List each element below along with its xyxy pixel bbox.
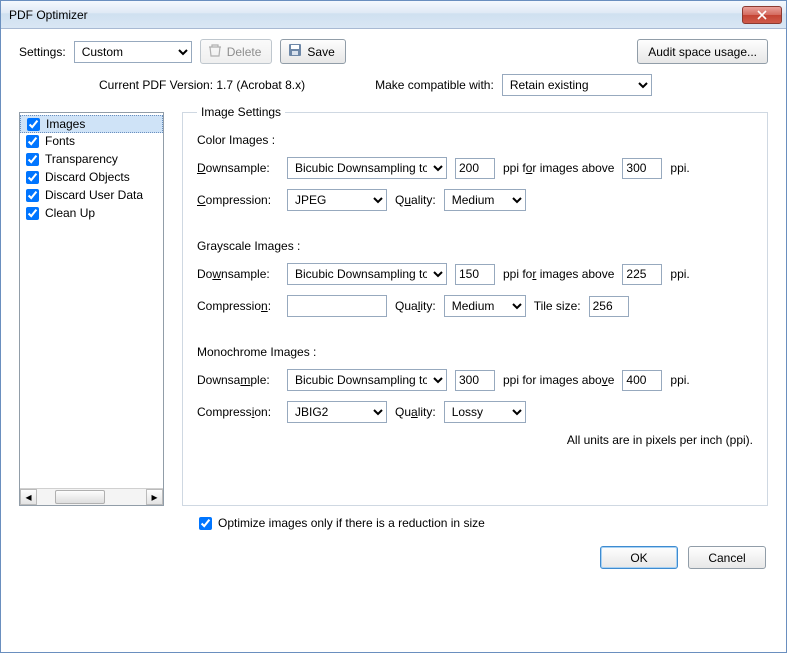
- save-icon: [287, 42, 303, 61]
- category-item-clean-up[interactable]: Clean Up: [20, 204, 163, 222]
- category-label: Fonts: [45, 134, 75, 148]
- category-check-images[interactable]: [27, 118, 40, 131]
- settings-label: Settings:: [19, 45, 66, 59]
- color-above-input[interactable]: [622, 158, 662, 179]
- category-item-transparency[interactable]: Transparency: [20, 150, 163, 168]
- audit-button[interactable]: Audit space usage...: [637, 39, 768, 64]
- scroll-left-icon[interactable]: ◂: [20, 489, 37, 505]
- color-quality-label: Quality:: [395, 193, 436, 207]
- gray-above-input[interactable]: [622, 264, 662, 285]
- category-check-discard-user-data[interactable]: [26, 189, 39, 202]
- list-hscrollbar[interactable]: ◂ ▸: [20, 488, 163, 505]
- save-label: Save: [307, 45, 334, 59]
- category-label: Clean Up: [45, 206, 95, 220]
- mono-quality-combo[interactable]: Lossy: [444, 401, 526, 423]
- category-check-discard-objects[interactable]: [26, 171, 39, 184]
- compat-combo[interactable]: Retain existing: [502, 74, 652, 96]
- cancel-button[interactable]: Cancel: [688, 546, 766, 569]
- category-check-fonts[interactable]: [26, 135, 39, 148]
- gray-heading: Grayscale Images :: [197, 239, 753, 253]
- optimize-only-label: Optimize images only if there is a reduc…: [218, 516, 485, 530]
- mono-compression-combo[interactable]: JBIG2: [287, 401, 387, 423]
- settings-combo[interactable]: Custom: [74, 41, 192, 63]
- category-item-discard-objects[interactable]: Discard Objects: [20, 168, 163, 186]
- color-heading: Color Images :: [197, 133, 753, 147]
- delete-button[interactable]: Delete: [200, 39, 273, 64]
- mono-above-label: ppi for images above: [503, 373, 614, 387]
- gray-ppi-input[interactable]: [455, 264, 495, 285]
- mono-heading: Monochrome Images :: [197, 345, 753, 359]
- gray-quality-combo[interactable]: Medium: [444, 295, 526, 317]
- panel-title: Image Settings: [197, 105, 285, 119]
- image-settings-group: Image Settings Color Images : Downsample…: [182, 112, 768, 506]
- color-compression-label: Compression:: [197, 193, 279, 207]
- mono-downsample-combo[interactable]: Bicubic Downsampling to: [287, 369, 447, 391]
- color-above-label: ppi for images above: [503, 161, 614, 175]
- trash-icon: [207, 42, 223, 61]
- category-item-fonts[interactable]: Fonts: [20, 132, 163, 150]
- color-downsample-combo[interactable]: Bicubic Downsampling to: [287, 157, 447, 179]
- close-icon: [757, 10, 767, 20]
- category-label: Discard Objects: [45, 170, 130, 184]
- category-check-transparency[interactable]: [26, 153, 39, 166]
- mono-downsample-label: Downsample:: [197, 373, 279, 387]
- gray-quality-label: Quality:: [395, 299, 436, 313]
- ok-button[interactable]: OK: [600, 546, 678, 569]
- window-title: PDF Optimizer: [9, 8, 742, 22]
- save-button[interactable]: Save: [280, 39, 345, 64]
- color-quality-combo[interactable]: Medium: [444, 189, 526, 211]
- color-downsample-label: Downsample:: [197, 161, 279, 175]
- gray-tile-input[interactable]: [589, 296, 629, 317]
- category-check-clean-up[interactable]: [26, 207, 39, 220]
- delete-label: Delete: [227, 45, 262, 59]
- units-footnote: All units are in pixels per inch (ppi).: [197, 433, 753, 447]
- category-label: Transparency: [45, 152, 118, 166]
- scroll-right-icon[interactable]: ▸: [146, 489, 163, 505]
- compat-label: Make compatible with:: [375, 78, 494, 92]
- mono-ppi-input[interactable]: [455, 370, 495, 391]
- gray-compression-combo[interactable]: JPEG2000: [287, 295, 387, 317]
- gray-compression-label: Compression:: [197, 299, 279, 313]
- ppi-suffix: ppi.: [670, 267, 689, 281]
- color-compression-combo[interactable]: JPEG: [287, 189, 387, 211]
- category-item-discard-user-data[interactable]: Discard User Data: [20, 186, 163, 204]
- optimize-only-checkbox[interactable]: [199, 517, 212, 530]
- mono-above-input[interactable]: [622, 370, 662, 391]
- titlebar: PDF Optimizer: [1, 1, 786, 29]
- ppi-suffix: ppi.: [670, 373, 689, 387]
- gray-tile-label: Tile size:: [534, 299, 581, 313]
- mono-compression-label: Compression:: [197, 405, 279, 419]
- color-ppi-input[interactable]: [455, 158, 495, 179]
- close-button[interactable]: [742, 6, 782, 24]
- ppi-suffix: ppi.: [670, 161, 689, 175]
- category-label: Images: [46, 117, 85, 131]
- gray-downsample-combo[interactable]: Bicubic Downsampling to: [287, 263, 447, 285]
- current-version-label: Current PDF Version: 1.7 (Acrobat 8.x): [99, 78, 305, 92]
- category-item-images[interactable]: Images: [20, 115, 163, 133]
- category-listbox[interactable]: Images Fonts Transparency Discard Object…: [19, 112, 164, 506]
- gray-above-label: ppi for images above: [503, 267, 614, 281]
- mono-quality-label: Quality:: [395, 405, 436, 419]
- gray-downsample-label: Downsample:: [197, 267, 279, 281]
- category-label: Discard User Data: [45, 188, 143, 202]
- scroll-thumb[interactable]: [55, 490, 105, 504]
